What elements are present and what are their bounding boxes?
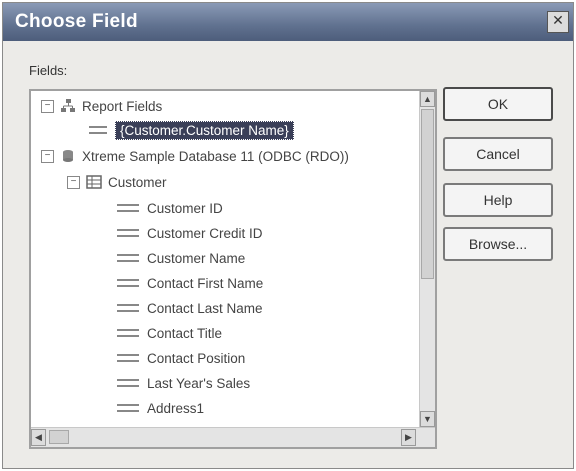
field-icon [117, 254, 139, 262]
tree-field-label: Contact Last Name [147, 300, 263, 316]
tree-field-label: Last Year's Sales [147, 375, 251, 391]
tree-field-item[interactable]: Contact Last Name [117, 297, 263, 319]
close-icon: ✕ [552, 13, 564, 29]
ok-button[interactable]: OK [443, 87, 553, 121]
tree-label-customer-table: Customer [108, 174, 167, 190]
field-icon [117, 204, 139, 212]
help-button[interactable]: Help [443, 183, 553, 217]
horizontal-scroll-thumb[interactable] [49, 430, 69, 444]
collapse-icon[interactable]: − [67, 175, 80, 189]
cancel-button[interactable]: Cancel [443, 137, 553, 171]
fields-tree[interactable]: − Report Fields {Customer.Customer Name}… [29, 89, 437, 449]
scroll-left-button[interactable]: ◀ [31, 429, 46, 446]
database-icon [60, 149, 76, 163]
tree-field-item[interactable]: Customer Credit ID [117, 222, 263, 244]
field-icon [117, 379, 139, 387]
field-icon [89, 126, 107, 134]
arrow-left-icon: ◀ [35, 432, 42, 442]
scroll-up-button[interactable]: ▲ [420, 91, 435, 107]
field-icon [117, 354, 139, 362]
browse-button[interactable]: Browse... [443, 227, 553, 261]
scroll-down-button[interactable]: ▼ [420, 411, 435, 427]
tree-field-item[interactable]: Customer ID [117, 197, 223, 219]
tree-field-item[interactable]: Contact Title [117, 322, 222, 344]
tree-label-database: Xtreme Sample Database 11 (ODBC (RDO)) [82, 148, 349, 164]
tree-field-label: Customer ID [147, 200, 223, 216]
title-bar[interactable]: Choose Field ✕ [3, 3, 573, 41]
choose-field-dialog: Choose Field ✕ Fields: − Report Fields {… [2, 2, 574, 469]
tree-node-customer-table[interactable]: − Customer [67, 171, 167, 193]
tree-field-item[interactable]: Address1 [117, 397, 204, 419]
tree-node-database[interactable]: − Xtreme Sample Database 11 (ODBC (RDO)) [41, 145, 349, 167]
tree-label-report-fields: Report Fields [82, 98, 163, 114]
report-fields-icon [60, 99, 76, 113]
dialog-title: Choose Field [15, 11, 138, 32]
tree-field-item[interactable]: Last Year's Sales [117, 372, 250, 394]
collapse-icon[interactable]: − [41, 149, 54, 163]
tree-field-label: Customer Credit ID [147, 225, 263, 241]
tree-field-item[interactable]: Contact First Name [117, 272, 263, 294]
tree-field-item[interactable]: Contact Position [117, 347, 245, 369]
tree-field-label: Contact Position [147, 350, 246, 366]
close-button[interactable]: ✕ [547, 11, 569, 33]
arrow-up-icon: ▲ [423, 94, 432, 104]
arrow-right-icon: ▶ [405, 432, 412, 442]
tree-node-report-fields[interactable]: − Report Fields [41, 95, 162, 117]
vertical-scrollbar[interactable]: ▲ ▼ [419, 91, 435, 427]
tree-label-selected-field: {Customer.Customer Name} [115, 120, 294, 140]
scroll-right-button[interactable]: ▶ [401, 429, 416, 446]
arrow-down-icon: ▼ [423, 414, 432, 424]
tree-field-label: Address1 [147, 400, 205, 416]
field-icon [117, 229, 139, 237]
table-icon [86, 175, 102, 189]
field-icon [117, 304, 139, 312]
tree-node-selected-field[interactable]: {Customer.Customer Name} [89, 119, 294, 141]
tree-field-label: Customer Name [147, 250, 246, 266]
field-icon [117, 404, 139, 412]
tree-field-item[interactable]: Customer Name [117, 247, 245, 269]
horizontal-scrollbar[interactable]: ◀ ▶ [31, 427, 435, 447]
tree-field-label: Contact Title [147, 325, 223, 341]
fields-label: Fields: [29, 63, 68, 78]
tree-field-label: Contact First Name [147, 275, 264, 291]
vertical-scroll-thumb[interactable] [421, 109, 434, 279]
field-icon [117, 329, 139, 337]
field-icon [117, 279, 139, 287]
collapse-icon[interactable]: − [41, 99, 54, 113]
